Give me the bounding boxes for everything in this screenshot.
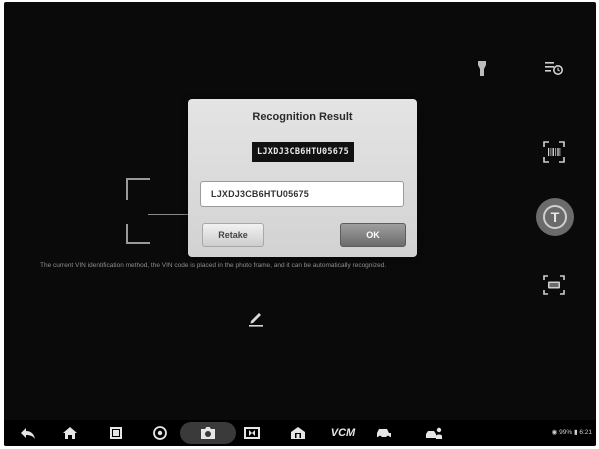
- recognition-result-dialog: Recognition Result LJXDJ3CB6HTU05675 LJX…: [188, 99, 417, 257]
- car-diagnostics-icon[interactable]: [374, 424, 394, 442]
- service-home-icon[interactable]: [288, 424, 308, 442]
- screen-capture-icon[interactable]: [242, 424, 262, 442]
- barcode-scan-icon[interactable]: [542, 140, 566, 164]
- vcm-button[interactable]: VCM: [328, 424, 358, 442]
- retake-button[interactable]: Retake: [202, 223, 264, 247]
- browser-icon[interactable]: [150, 424, 170, 442]
- edit-pencil-icon[interactable]: [244, 306, 268, 330]
- text-recognition-button[interactable]: T: [536, 198, 574, 236]
- vin-hint-text: The current VIN identification method, t…: [40, 262, 387, 269]
- recent-apps-icon[interactable]: [106, 424, 126, 442]
- vcm-label: VCM: [330, 427, 356, 439]
- history-list-icon[interactable]: [542, 58, 566, 78]
- remote-expert-icon[interactable]: [424, 424, 444, 442]
- camera-screen: The current VIN identification method, t…: [4, 2, 596, 446]
- back-icon[interactable]: [18, 424, 38, 442]
- captured-vin-text: LJXDJ3CB6HTU05675: [256, 147, 350, 157]
- vin-scan-icon[interactable]: [542, 274, 566, 296]
- navigation-bar: VCM ◉ 99% ▮ 6:21: [4, 420, 596, 446]
- dialog-title: Recognition Result: [252, 111, 353, 123]
- ok-button[interactable]: OK: [340, 223, 406, 247]
- captured-vin-image: LJXDJ3CB6HTU05675: [252, 142, 354, 162]
- frame-corner-bottom-left: [126, 224, 150, 244]
- home-icon[interactable]: [60, 424, 80, 442]
- camera-icon[interactable]: [198, 424, 218, 442]
- text-mode-icon: T: [543, 205, 567, 229]
- flashlight-icon[interactable]: [476, 60, 488, 78]
- vin-field[interactable]: LJXDJ3CB6HTU05675: [200, 181, 404, 207]
- frame-corner-top-left: [126, 178, 150, 200]
- frame-guide-line: [148, 214, 190, 215]
- status-area: ◉ 99% ▮ 6:21: [551, 429, 592, 436]
